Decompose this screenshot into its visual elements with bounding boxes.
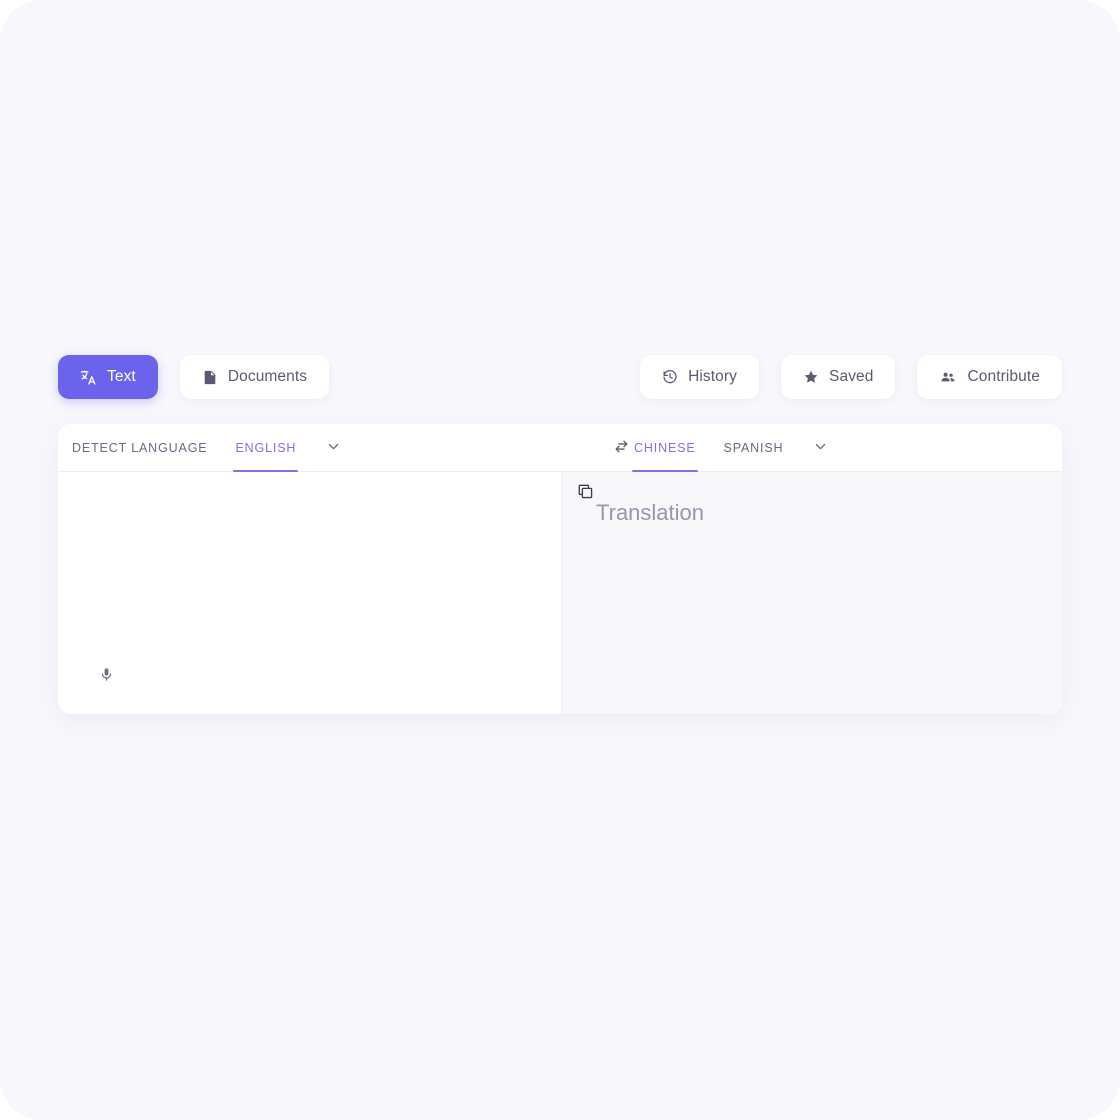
tab-documents-label: Documents	[227, 368, 308, 385]
contribute-button[interactable]: Contribute	[917, 355, 1062, 399]
source-pane	[58, 472, 562, 714]
target-tab-spanish[interactable]: Spanish	[710, 424, 798, 472]
chevron-down-icon	[326, 439, 341, 457]
target-tab-chinese-label: Chinese	[634, 441, 696, 455]
star-icon	[803, 369, 819, 385]
translate-icon	[80, 369, 97, 386]
microphone-icon	[99, 666, 114, 686]
target-tab-spanish-label: Spanish	[723, 441, 784, 455]
target-tab-chinese[interactable]: Chinese	[620, 424, 710, 472]
tab-documents[interactable]: Documents	[179, 355, 330, 399]
tab-text[interactable]: Text	[58, 355, 158, 399]
target-language-dropdown[interactable]	[797, 424, 843, 472]
translation-placeholder: Translation	[596, 500, 705, 525]
target-pane: Translation	[562, 472, 1062, 714]
saved-label: Saved	[829, 368, 874, 385]
history-label: History	[688, 368, 738, 385]
tab-text-label: Text	[107, 368, 136, 385]
contribute-label: Contribute	[967, 368, 1040, 385]
source-tab-detect-language[interactable]: Detect language	[58, 424, 221, 472]
top-toolbar: Text Documents History Saved Contribute	[58, 354, 1062, 400]
app-page: Text Documents History Saved Contribute …	[0, 0, 1120, 1120]
source-tab-english-label: English	[235, 441, 297, 455]
toolbar-left-group: Text Documents	[58, 355, 330, 399]
source-tab-detect-language-label: Detect language	[72, 441, 208, 455]
source-tab-english[interactable]: English	[221, 424, 310, 472]
source-text-input[interactable]	[92, 490, 532, 640]
source-language-dropdown[interactable]	[310, 424, 356, 472]
chevron-down-icon	[813, 439, 828, 457]
document-icon	[202, 369, 218, 386]
source-language-tabs: Detect language English	[58, 424, 356, 472]
history-button[interactable]: History	[640, 355, 760, 399]
microphone-button[interactable]	[90, 660, 122, 692]
copy-icon	[577, 483, 594, 503]
toolbar-right-group: History Saved Contribute	[640, 355, 1062, 399]
translator-panes: Translation	[58, 472, 1062, 714]
saved-button[interactable]: Saved	[781, 355, 896, 399]
people-icon	[939, 369, 957, 385]
language-bar: Detect language English	[58, 424, 1062, 472]
history-icon	[662, 369, 678, 385]
translator-card: Detect language English	[58, 424, 1062, 714]
target-language-tabs: Chinese Spanish	[620, 424, 843, 472]
